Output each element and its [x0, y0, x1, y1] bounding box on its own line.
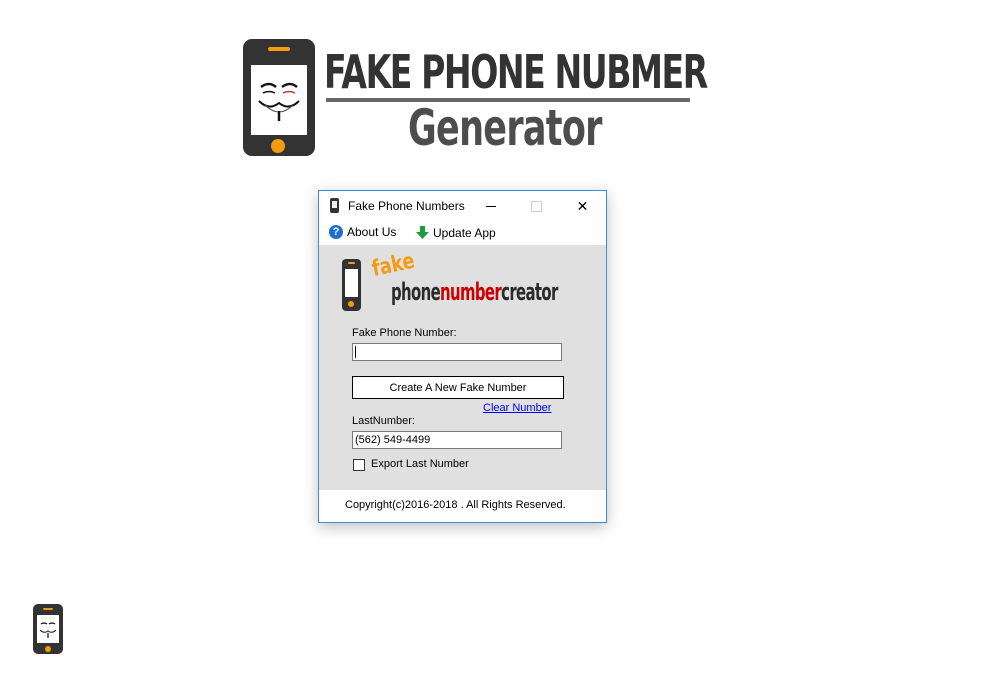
- mask-screen: [345, 269, 358, 297]
- menu-about-label: About Us: [347, 225, 397, 239]
- minimize-icon: [485, 205, 496, 207]
- clear-number-link[interactable]: Clear Number: [483, 402, 551, 414]
- anonymous-mask-icon: [258, 82, 300, 121]
- anonymous-mask-icon: [39, 622, 57, 638]
- mask-screen: [251, 65, 307, 135]
- fake-number-label: Fake Phone Number:: [352, 327, 457, 339]
- footer: Copyright(c)2016-2018 . All Rights Reser…: [319, 490, 606, 522]
- export-label[interactable]: Export Last Number: [371, 458, 469, 470]
- banner-subtitle: Generator: [408, 99, 602, 157]
- last-number-label: LastNumber:: [352, 415, 415, 427]
- phone-speaker: [43, 608, 53, 610]
- tray-app-icon[interactable]: [33, 604, 63, 654]
- close-icon: ✕: [576, 197, 589, 214]
- mask-screen: [37, 615, 59, 643]
- phone-home-button: [45, 646, 51, 652]
- logo-fake-text: fake: [369, 248, 417, 282]
- logo-main-text: phonenumbercreator: [391, 278, 558, 306]
- title-bar[interactable]: Fake Phone Numbers ✕: [319, 191, 606, 221]
- window-title: Fake Phone Numbers: [348, 199, 465, 213]
- last-number-input[interactable]: (562) 549-4499: [352, 431, 562, 449]
- help-icon: ?: [329, 225, 343, 239]
- menu-about-us[interactable]: ? About Us: [329, 225, 396, 239]
- app-phone-icon: [330, 198, 339, 213]
- phone-home-button: [271, 139, 285, 153]
- banner-phone-logo: [243, 39, 315, 156]
- app-window: Fake Phone Numbers ✕ ? About Us Update A…: [318, 190, 607, 523]
- close-button[interactable]: ✕: [560, 191, 605, 221]
- menu-update-app[interactable]: Update App: [415, 225, 496, 240]
- fake-number-input[interactable]: [352, 343, 562, 361]
- phone-speaker: [268, 47, 290, 51]
- menu-bar: ? About Us Update App: [319, 221, 606, 245]
- copyright-text: Copyright(c)2016-2018 . All Rights Reser…: [345, 499, 566, 511]
- main-panel: fake phonenumbercreator Fake Phone Numbe…: [319, 245, 606, 490]
- maximize-icon: [531, 200, 542, 212]
- phone-home-button: [348, 301, 354, 307]
- maximize-button[interactable]: [514, 191, 559, 221]
- menu-update-label: Update App: [433, 225, 496, 240]
- phone-speaker: [348, 262, 355, 264]
- logo-part-number: number: [440, 278, 502, 306]
- logo-part-phone: phone: [391, 278, 441, 306]
- minimize-button[interactable]: [468, 191, 513, 221]
- logo-part-creator: creator: [501, 278, 558, 306]
- export-checkbox[interactable]: [353, 459, 365, 471]
- create-number-button[interactable]: Create A New Fake Number: [352, 376, 564, 399]
- app-logo-phone-icon: [342, 259, 361, 311]
- text-caret: [355, 346, 356, 359]
- download-arrow-icon: [416, 226, 429, 239]
- banner-title: FAKE PHONE NUBMER: [324, 45, 708, 99]
